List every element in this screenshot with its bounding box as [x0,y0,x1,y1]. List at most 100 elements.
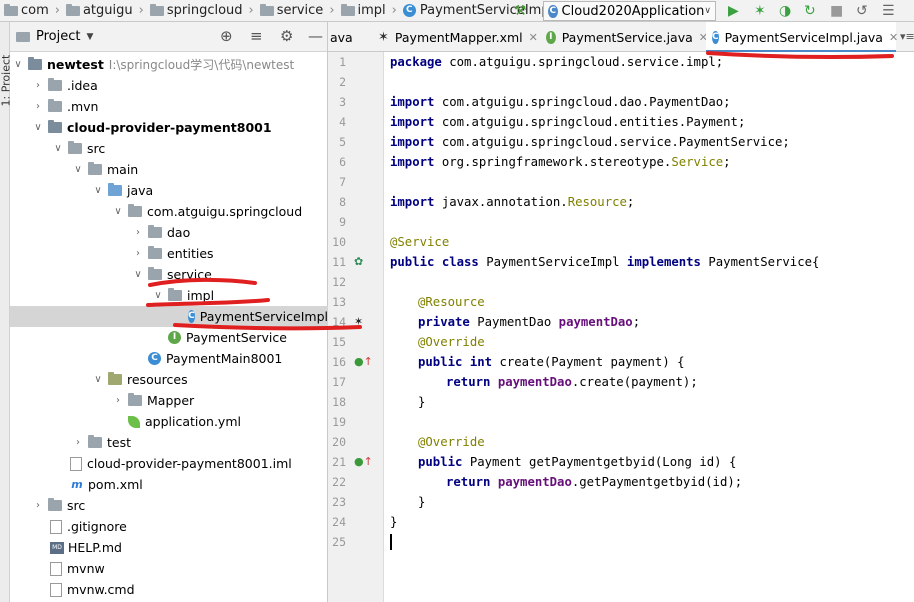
package-icon [148,246,162,259]
tree-item-gitignore[interactable]: .gitignore [10,516,328,537]
breadcrumb-item[interactable]: com › [0,0,62,22]
chevron-right-icon[interactable]: › [32,80,44,91]
tree-item-paymentserviceimpl[interactable]: C PaymentServiceImpl [10,306,328,327]
code-line: return paymentDao.create(payment); [446,372,698,392]
tree-item-com-atguigu-springcloud[interactable]: ∨ com.atguigu.springcloud [10,201,328,222]
chevron-down-icon[interactable]: ∨ [92,374,104,385]
implements-method-icon[interactable]: ●↑ [354,355,373,368]
tree-item-iml-file[interactable]: cloud-provider-payment8001.iml [10,453,328,474]
locate-icon[interactable]: ⊕ [220,28,233,44]
tree-item-idea[interactable]: › .idea [10,75,328,96]
navigate-bean-icon[interactable]: ✶ [354,315,363,328]
code-text: ; [723,155,731,169]
tab-list-icon[interactable]: ▾≡ [900,30,914,43]
tree-item-label: PaymentMain8001 [166,351,283,366]
tab-label: PaymentService.java [561,29,693,45]
tree-item-java[interactable]: ∨ java [10,180,328,201]
project-panel-title[interactable]: Project [36,29,80,44]
chevron-right-icon[interactable]: › [72,437,84,448]
breadcrumb-item[interactable]: atguigu › [62,0,146,22]
update-icon[interactable]: ↺ [856,3,868,19]
folder-icon [48,78,62,91]
tab-paymentserviceimpl-java[interactable]: C PaymentServiceImpl.java ✕ [706,22,898,53]
code-text: PaymentDao [469,315,559,329]
tab-truncated-java[interactable]: ava [328,22,372,52]
tree-item-test[interactable]: › test [10,432,328,453]
tree-item-paymentmain8001[interactable]: C PaymentMain8001 [10,348,328,369]
tree-item-label: newtest [47,57,104,72]
chevron-down-icon[interactable]: ∨ [112,206,124,217]
tree-item-label: .idea [67,78,98,93]
chevron-down-icon[interactable]: ∨ [12,59,24,70]
tree-item-service[interactable]: ∨ service [10,264,328,285]
profile-icon[interactable]: ↻ [804,3,816,19]
tree-item-mvn[interactable]: › .mvn [10,96,328,117]
annotation-text: @Override [418,435,485,449]
tree-item-mvnw[interactable]: mvnw [10,558,328,579]
chevron-down-icon[interactable]: ▼ [86,32,93,42]
keyword: return [446,475,491,489]
hide-panel-icon[interactable]: — [308,28,323,44]
chevron-right-icon: › [391,3,397,18]
code-text: PaymentService{ [700,255,820,269]
breadcrumb-item[interactable]: springcloud › [146,0,256,22]
code-text: javax.annotation. [434,195,568,209]
line-number: 22 [332,475,346,489]
tree-item-cloud-provider-payment8001[interactable]: ∨ cloud-provider-payment8001 [10,117,328,138]
breadcrumb-item[interactable]: impl › [337,0,399,22]
collapse-all-icon[interactable]: ≡ [250,28,263,44]
tree-item-paymentservice[interactable]: I PaymentService [10,327,328,348]
tree-item-newtest[interactable]: ∨ newtest I:\springcloud学习\代码\newtest [10,54,328,75]
tab-paymentservice-java[interactable]: I PaymentService.java ✕ [540,22,708,52]
keyword: import [390,115,435,129]
structure-icon[interactable]: ☰ [882,3,895,19]
folder-icon [16,31,30,42]
chevron-right-icon[interactable]: › [32,500,44,511]
tree-item-main[interactable]: ∨ main [10,159,328,180]
project-panel-header: Project ▼ ⊕ ≡ ⚙ — [10,22,327,52]
chevron-right-icon[interactable]: › [132,227,144,238]
tree-item-resources[interactable]: ∨ resources [10,369,328,390]
tree-item-entities[interactable]: › entities [10,243,328,264]
tree-item-dao[interactable]: › dao [10,222,328,243]
run-configuration-select[interactable]: C Cloud2020Application ∨ [543,1,716,21]
tree-item-mvnw-cmd[interactable]: mvnw.cmd [10,579,328,600]
tab-paymentmapper-xml[interactable]: ✶ PaymentMapper.xml ✕ [374,22,538,52]
tree-item-help-md[interactable]: MD HELP.md [10,537,328,558]
chevron-down-icon[interactable]: ∨ [132,269,144,280]
chevron-down-icon[interactable]: ∨ [92,185,104,196]
tree-item-mapper[interactable]: › Mapper [10,390,328,411]
close-icon[interactable]: ✕ [889,31,898,44]
chevron-right-icon[interactable]: › [32,101,44,112]
chevron-right-icon[interactable]: › [112,395,124,406]
implements-method-icon[interactable]: ●↑ [354,455,373,468]
coverage-icon[interactable]: ◑ [779,3,791,19]
folder-icon [68,141,82,154]
chevron-right-icon[interactable]: › [132,248,144,259]
tree-item-impl[interactable]: ∨ impl [10,285,328,306]
chevron-down-icon[interactable]: ∨ [72,164,84,175]
chevron-down-icon[interactable]: ∨ [32,122,44,133]
tree-item-src[interactable]: ∨ src [10,138,328,159]
code-line: public int create(Payment payment) { [418,352,685,372]
chevron-down-icon[interactable]: ∨ [152,290,164,301]
tree-item-pom-xml[interactable]: m pom.xml [10,474,328,495]
code-line: public class PaymentServiceImpl implemen… [390,252,819,272]
spring-bean-icon[interactable]: ✿ [354,255,363,268]
folder-icon [128,393,142,406]
close-icon[interactable]: ✕ [529,31,538,44]
settings-gear-icon[interactable]: ⚙ [280,28,293,44]
debug-icon[interactable]: ✶ [754,3,766,19]
build-hammer-icon[interactable]: ⚒ [514,3,527,19]
code-editor[interactable]: package com.atguigu.springcloud.service.… [384,52,914,602]
tab-label: PaymentMapper.xml [394,29,523,45]
line-number: 19 [332,415,346,429]
tree-item-src-root[interactable]: › src [10,495,328,516]
left-tool-stripe: 1: Project [0,22,13,602]
chevron-down-icon[interactable]: ∨ [52,143,64,154]
tree-item-application-yml[interactable]: application.yml [10,411,328,432]
stop-icon[interactable]: ■ [830,3,843,19]
breadcrumb-item[interactable]: service › [256,0,337,22]
run-icon[interactable]: ▶ [728,3,739,19]
breadcrumb-item[interactable]: C PaymentServiceImpl [399,0,553,22]
